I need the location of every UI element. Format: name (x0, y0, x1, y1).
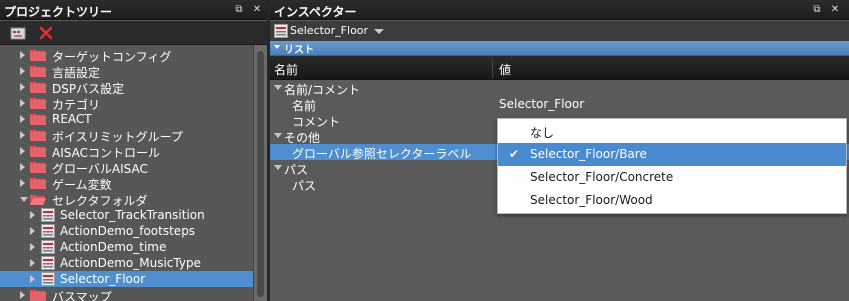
collapse-arrow-icon[interactable] (274, 165, 282, 170)
project-tree-toolbar (0, 21, 267, 45)
tree-item[interactable]: 言語設定 (0, 63, 253, 80)
project-tree-titlebar: プロジェクトツリー ⧉ ✕ (0, 0, 267, 20)
project-tree-title: プロジェクトツリー (4, 5, 113, 19)
folder-icon (30, 50, 46, 61)
property-column-header: 名前 値 (270, 56, 849, 80)
dropdown-option[interactable]: Selector_Floor/Concrete (498, 166, 846, 189)
tree-item-label: Selector_Floor (60, 272, 146, 286)
folder-icon (30, 66, 46, 77)
expand-arrow-right-icon[interactable] (20, 99, 25, 107)
expand-arrow-right-icon[interactable] (20, 163, 25, 171)
tree-item[interactable]: ActionDemo_footsteps (0, 223, 253, 239)
tree-item[interactable]: バスマップ (0, 287, 253, 301)
dropdown-option[interactable]: ✔ Selector_Floor/Bare (498, 143, 846, 166)
expand-arrow-right-icon[interactable] (20, 51, 25, 59)
property-name: パス (292, 179, 317, 193)
expand-arrow-right-icon[interactable] (20, 131, 25, 139)
list-section-bar[interactable]: リスト (270, 41, 849, 56)
selector-icon (41, 224, 55, 238)
tree-item-label: ActionDemo_footsteps (60, 224, 196, 238)
close-icon[interactable]: ✕ (250, 3, 264, 16)
property-group[interactable]: 名前/コメント (270, 80, 849, 97)
expand-arrow-right-icon[interactable] (20, 67, 25, 75)
dropdown-option[interactable]: Selector_Floor/Wood (498, 189, 846, 212)
dropdown-option-label: Selector_Floor/Wood (530, 193, 653, 207)
project-tree: ターゲットコンフィグ 言語設定 DSPバス設定 カテゴリ REACT ボイスリミットグルー… (0, 45, 253, 301)
dropdown-option-label: なし (530, 126, 555, 140)
expand-arrow-right-icon[interactable] (30, 211, 35, 219)
restore-icon[interactable]: ⧉ (810, 3, 824, 16)
dropdown-option-label: Selector_Floor/Bare (530, 147, 647, 161)
dropdown-option[interactable]: なし (498, 120, 846, 143)
tree-scrollbar[interactable] (253, 45, 267, 301)
column-value-header: 値 (499, 63, 512, 77)
tree-item[interactable]: Selector_Floor (0, 271, 253, 287)
tree-item-label: Selector_TrackTransition (60, 208, 205, 222)
dropdown-option-label: Selector_Floor/Concrete (530, 170, 674, 184)
inspector-title: インスペクター (274, 5, 357, 19)
tree-item[interactable]: AISACコントロール (0, 143, 253, 160)
expand-arrow-right-icon[interactable] (30, 259, 35, 267)
folder-icon (30, 178, 46, 189)
tree-item[interactable]: ゲーム変数 (0, 175, 253, 192)
selector-icon (41, 256, 55, 270)
collapse-arrow-icon[interactable] (274, 133, 282, 138)
expand-arrow-right-icon[interactable] (20, 179, 25, 187)
folder-icon (30, 162, 46, 173)
collapse-arrow-icon[interactable] (274, 85, 282, 90)
tree-item[interactable]: ターゲットコンフィグ (0, 47, 253, 64)
tree-item[interactable]: グローバルAISAC (0, 159, 253, 176)
selector-icon (41, 208, 55, 222)
expand-arrow-down-icon[interactable] (20, 197, 28, 202)
selector-icon (41, 272, 55, 286)
collapse-icon (274, 45, 280, 49)
checkmark-icon: ✔ (509, 147, 520, 161)
tree-item[interactable]: DSPバス設定 (0, 79, 253, 96)
selector-icon (274, 24, 288, 38)
expand-arrow-right-icon[interactable] (30, 275, 35, 283)
project-tree-panel: プロジェクトツリー ⧉ ✕ ターゲットコンフィグ 言語設定 DSPバス設定 カテゴリ R… (0, 0, 267, 301)
selector-icon (41, 240, 55, 254)
folder-icon (30, 146, 46, 157)
expand-arrow-right-icon[interactable] (20, 291, 25, 299)
column-separator[interactable] (492, 58, 493, 78)
new-item-icon[interactable] (10, 25, 26, 41)
property-row[interactable]: 名前 Selector_Floor (270, 96, 849, 113)
expand-arrow-right-icon[interactable] (30, 227, 35, 235)
tree-item[interactable]: ActionDemo_MusicType (0, 255, 253, 271)
tree-item[interactable]: REACT (0, 111, 253, 127)
expand-arrow-right-icon[interactable] (20, 83, 25, 91)
folder-icon (30, 290, 46, 301)
chevron-down-icon[interactable] (374, 29, 384, 34)
folder-icon (30, 114, 46, 125)
tree-item-label: バスマップ (52, 290, 112, 301)
tree-item[interactable]: ActionDemo_time (0, 239, 253, 255)
tree-item-label: REACT (52, 112, 92, 126)
folder-icon (30, 98, 46, 109)
inspector-titlebar: インスペクター ⧉ ✕ (270, 0, 849, 20)
inspector-target-name: Selector_Floor (290, 24, 369, 37)
expand-arrow-right-icon[interactable] (20, 115, 25, 123)
property-value[interactable]: Selector_Floor (499, 97, 584, 111)
selector-label-dropdown: なし ✔ Selector_Floor/Bare Selector_Floor/Con… (497, 118, 847, 214)
tree-item-label: ActionDemo_time (60, 240, 167, 254)
tree-item[interactable]: セレクタフォルダ (0, 191, 253, 208)
list-section-label: リスト (284, 45, 314, 56)
expand-arrow-right-icon[interactable] (30, 243, 35, 251)
column-name-header: 名前 (274, 63, 299, 77)
expand-arrow-right-icon[interactable] (20, 147, 25, 155)
restore-icon[interactable]: ⧉ (232, 3, 246, 16)
delete-icon[interactable] (38, 25, 54, 41)
tree-item[interactable]: Selector_TrackTransition (0, 207, 253, 223)
tree-item[interactable]: ボイスリミットグループ (0, 127, 253, 144)
close-icon[interactable]: ✕ (828, 3, 842, 16)
folder-icon (30, 82, 46, 93)
inspector-target[interactable]: Selector_Floor (270, 21, 849, 41)
open-folder-icon (30, 195, 46, 205)
folder-icon (30, 130, 46, 141)
tree-item-label: ActionDemo_MusicType (60, 256, 201, 270)
tree-scrollbar-thumb[interactable] (257, 51, 264, 297)
tree-item[interactable]: カテゴリ (0, 95, 253, 112)
